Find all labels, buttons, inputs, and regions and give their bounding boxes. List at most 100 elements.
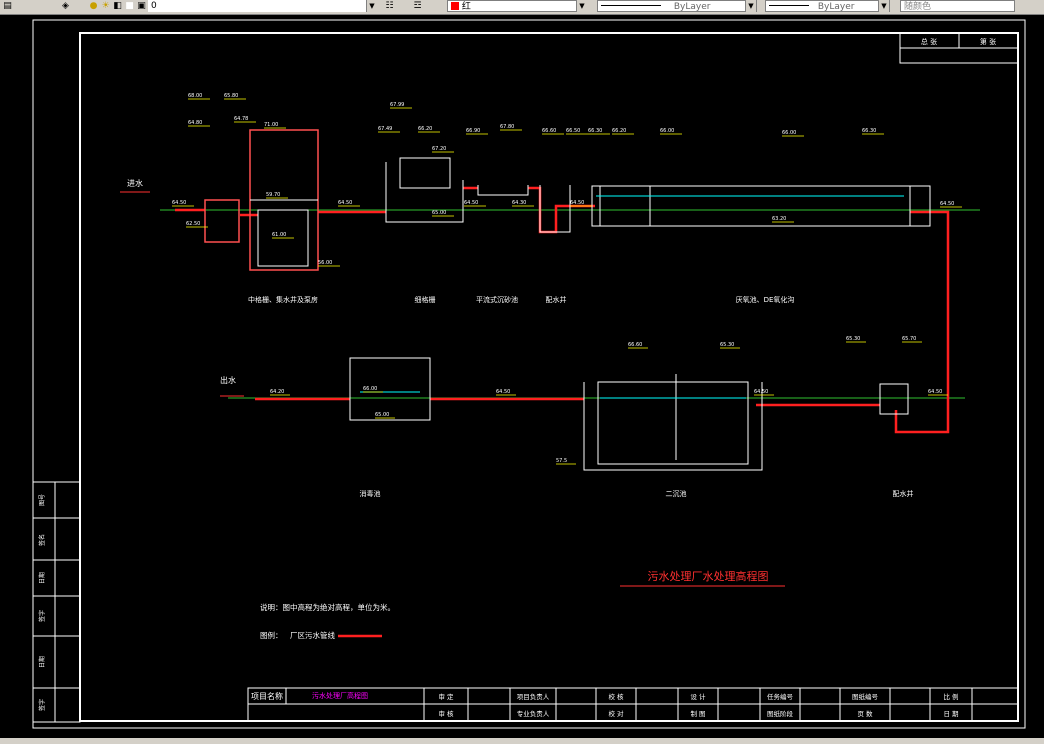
margin-label-6: 签字 xyxy=(38,699,46,711)
process-units xyxy=(349,157,931,471)
title-block-cell: 比 例 xyxy=(943,692,958,701)
outer-frame xyxy=(32,19,1026,729)
top-right-table: 总 张 第 张 xyxy=(899,32,1019,64)
sheet-border xyxy=(32,19,1026,729)
elevation-label: 64.50 xyxy=(940,201,954,207)
elevation-label: 64.50 xyxy=(928,389,942,395)
linetype-dropdown[interactable]: ByLayer xyxy=(597,0,757,12)
title-block-cell: 图纸编号 xyxy=(852,692,879,701)
layer-manager-icon[interactable]: ▤ xyxy=(2,1,13,12)
layer-value: 0 xyxy=(151,1,157,11)
title-block-cell: 页 数 xyxy=(857,709,873,718)
elevation-label: 67.20 xyxy=(432,146,446,152)
color-dropdown-arrow[interactable]: ▼ xyxy=(576,0,587,12)
layer-dropdown[interactable]: 0 xyxy=(148,0,366,12)
color-value: 红 xyxy=(461,2,471,12)
elevation-label: 65.00 xyxy=(432,210,446,216)
elevation-label: 65.30 xyxy=(720,342,734,348)
elevations-top-row: 68.00 64.80 65.80 64.78 71.00 64.50 62.50 59.70… xyxy=(172,93,954,266)
title-block-cell: 校 核 xyxy=(608,692,624,701)
elevation-label: 64.50 xyxy=(570,200,584,206)
unit-label: 配水井 xyxy=(893,489,914,498)
elevation-label: 65.30 xyxy=(846,336,860,342)
lock-icon[interactable]: ◧ xyxy=(112,1,123,12)
unit-label: 消毒池 xyxy=(360,489,381,498)
sheet-total-label: 总 张 xyxy=(921,37,937,46)
title-block-cell: 图纸阶段 xyxy=(767,709,794,718)
coarse-screen-channel xyxy=(204,199,240,243)
title-block: 项目名称 污水处理厂高程图 审 定 项目负责人 校 核 设 计 任务编号 图纸编号 比 例审… xyxy=(247,687,1019,722)
elevation-label: 66.00 xyxy=(660,128,674,134)
plotstyle-dropdown[interactable]: 随颜色 xyxy=(900,0,1015,12)
left-margin-table xyxy=(32,481,81,723)
elevation-label: 64.80 xyxy=(188,120,202,126)
elevation-label: 61.00 xyxy=(272,232,286,238)
inlet-label: 进水 xyxy=(127,178,143,188)
title-block-cell: 日 期 xyxy=(943,710,959,718)
color-dropdown[interactable]: 红 xyxy=(447,0,587,12)
elevation-label: 64.20 xyxy=(270,389,284,395)
margin-label-2: 签名 xyxy=(38,534,46,546)
linetype-sample xyxy=(601,5,661,6)
elevation-label: 65.00 xyxy=(375,412,389,418)
elevation-label: 66.20 xyxy=(418,126,432,132)
elevation-label: 71.00 xyxy=(264,122,278,128)
elevation-label: 66.60 xyxy=(628,342,642,348)
elevation-label: 66.00 xyxy=(363,386,377,392)
drawing-title: 污水处理厂水处理高程图 xyxy=(648,569,769,583)
elevation-label: 66.90 xyxy=(466,128,480,134)
structures xyxy=(204,129,319,271)
properties-toolbar: ▤ ◈ ● ☀ ◧ ■ ▣ 0 ▼ ☷ ☲ 红 ▼ ByLayer ▼ ByLa… xyxy=(0,0,1044,15)
title-block-cell: 制 图 xyxy=(690,709,705,718)
unit-label: 平流式沉砂池 xyxy=(476,295,518,304)
drawing-note: 说明：图中高程为绝对高程，单位为米。 xyxy=(260,602,395,612)
lineweight-dropdown-arrow[interactable]: ▼ xyxy=(878,0,889,12)
elevation-label: 64.50 xyxy=(464,200,478,206)
layer-previous-icon[interactable]: ☲ xyxy=(412,1,423,12)
elevation-label: 66.60 xyxy=(542,128,556,134)
elevation-label: 66.30 xyxy=(862,128,876,134)
margin-label-1: 图号 xyxy=(39,494,46,506)
elevation-label: 64.50 xyxy=(338,200,352,206)
elevation-label: 66.20 xyxy=(612,128,626,134)
lineweight-value: ByLayer xyxy=(817,2,855,12)
elevation-label: 66.00 xyxy=(782,130,796,136)
title-block-cell: 校 对 xyxy=(608,709,624,718)
elevation-label: 63.20 xyxy=(772,216,786,222)
color-swatch xyxy=(451,2,459,10)
drawing-canvas[interactable]: 总 张 第 张 图号 签名 日期 签字 日期 签字 项目名称 污水处理厂高程图 … xyxy=(0,15,1044,738)
elevation-label: 64.50 xyxy=(754,389,768,395)
bulb-icon[interactable]: ● xyxy=(88,1,99,12)
margin-label-5: 日期 xyxy=(38,656,46,668)
inlet-arrows xyxy=(120,191,244,397)
title-block-cell: 审 核 xyxy=(438,709,454,718)
linetype-dropdown-arrow[interactable]: ▼ xyxy=(745,0,756,12)
title-block-cell: 设 计 xyxy=(690,692,706,701)
plot-icon[interactable]: ▣ xyxy=(136,1,147,12)
sheet-number-label: 第 张 xyxy=(980,37,996,46)
elevation-label: 65.80 xyxy=(224,93,238,99)
unit-label: 中格栅、集水井及泵房 xyxy=(248,295,318,304)
color-swatch-icon: ■ xyxy=(125,1,134,11)
elevation-label: 64.78 xyxy=(234,116,248,122)
elevation-label: 68.00 xyxy=(188,93,202,99)
layer-dropdown-arrow[interactable]: ▼ xyxy=(366,0,377,12)
lineweight-dropdown[interactable]: ByLayer xyxy=(765,0,890,12)
elevation-label: 65.70 xyxy=(902,336,916,342)
plotstyle-value: 随颜色 xyxy=(904,2,932,12)
elevation-label: 57.5 xyxy=(556,458,567,464)
elevation-label: 64.30 xyxy=(512,200,526,206)
pipe-route xyxy=(175,186,950,638)
left-margin-labels: 图号 签名 日期 签字 日期 签字 xyxy=(38,494,46,711)
elevation-label: 66.30 xyxy=(588,128,602,134)
sun-icon[interactable]: ☀ xyxy=(100,1,111,12)
layer-state-icon[interactable]: ◈ xyxy=(60,1,71,12)
unit-label: 二沉池 xyxy=(666,489,687,498)
elevation-label: 66.50 xyxy=(566,128,580,134)
cad-drawing: 总 张 第 张 图号 签名 日期 签字 日期 签字 项目名称 污水处理厂高程图 … xyxy=(32,19,1026,729)
make-current-layer-icon[interactable]: ☷ xyxy=(384,1,395,12)
title-block-cell: 审 定 xyxy=(438,692,454,701)
elevation-label: 67.49 xyxy=(378,126,392,132)
margin-label-4: 签字 xyxy=(38,610,46,622)
title-block-cell: 任务编号 xyxy=(767,692,794,701)
